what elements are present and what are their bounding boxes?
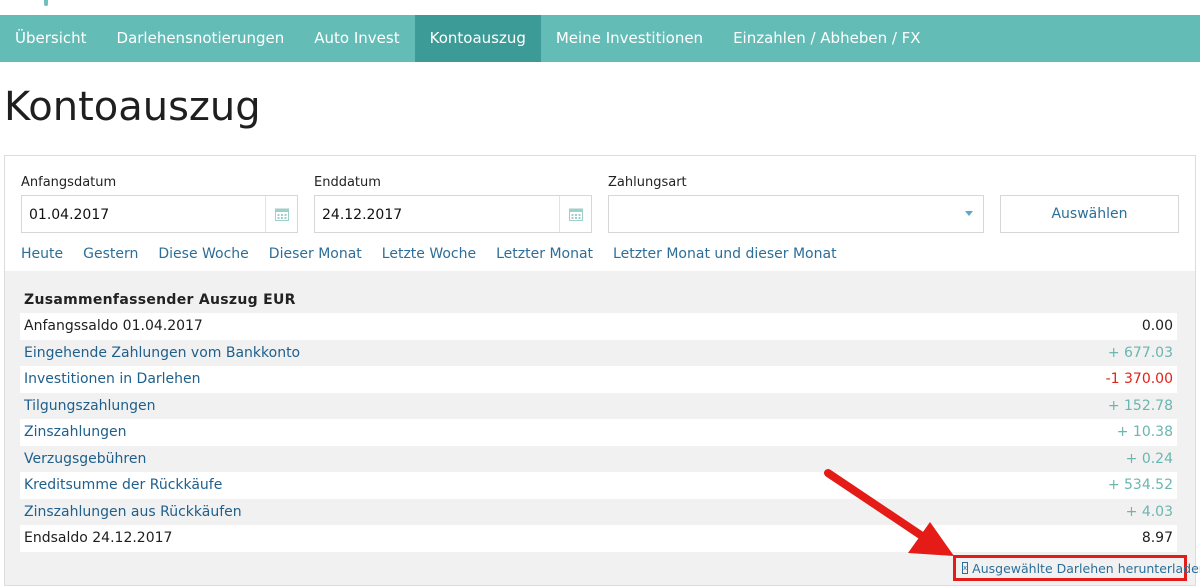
row-amount: + 534.52 [1107, 477, 1173, 494]
nav-item-darlehensnotierungen[interactable]: Darlehensnotierungen [102, 15, 300, 62]
table-row: Verzugsgebühren + 0.24 [20, 445, 1177, 472]
nav-item-auto-invest[interactable]: Auto Invest [299, 15, 414, 62]
row-amount: + 677.03 [1107, 344, 1173, 361]
nav-item-meine-investitionen[interactable]: Meine Investitionen [541, 15, 718, 62]
quick-link-last-week[interactable]: Letzte Woche [382, 246, 476, 262]
chevron-down-icon [965, 211, 973, 216]
download-label: Ausgewählte Darlehen herunterladen [972, 560, 1200, 576]
table-row: Investitionen in Darlehen -1 370.00 [20, 366, 1177, 393]
quick-link-yesterday[interactable]: Gestern [83, 246, 138, 262]
row-label[interactable]: Investitionen in Darlehen [24, 371, 201, 387]
table-row: Tilgungszahlungen + 152.78 [20, 392, 1177, 419]
row-label: Endsaldo 24.12.2017 [24, 530, 173, 547]
quick-link-this-month[interactable]: Dieser Monat [269, 246, 362, 262]
row-amount: -1 370.00 [1105, 371, 1173, 388]
quick-link-today[interactable]: Heute [21, 246, 63, 262]
payment-type-select[interactable] [608, 195, 984, 233]
row-label: Anfangssaldo 01.04.2017 [24, 318, 203, 335]
row-label[interactable]: Tilgungszahlungen [24, 398, 156, 414]
row-amount: 0.00 [1141, 318, 1173, 335]
summary-section: Zusammenfassender Auszug EUR Anfangssald… [5, 271, 1195, 585]
row-label[interactable]: Verzugsgebühren [24, 451, 146, 467]
end-date-field[interactable]: 24.12.2017 [314, 195, 592, 233]
table-row: Kreditsumme der Rückkäufe + 534.52 [20, 472, 1177, 499]
quick-link-last-and-this-month[interactable]: Letzter Monat und dieser Monat [613, 246, 837, 262]
select-button[interactable]: Auswählen [1000, 195, 1179, 233]
summary-table: Anfangssaldo 01.04.2017 0.00 Eingehende … [20, 313, 1177, 552]
excel-file-icon: x [962, 562, 969, 574]
top-strip [0, 0, 1200, 15]
nav-item-uebersicht[interactable]: Übersicht [0, 15, 102, 62]
quick-date-links: Heute Gestern Diese Woche Dieser Monat L… [21, 246, 857, 262]
end-date-value: 24.12.2017 [322, 207, 403, 223]
calendar-icon[interactable] [559, 196, 591, 232]
row-amount: + 152.78 [1107, 397, 1173, 414]
filter-bar: Anfangsdatum 01.04.2017 Enddatum 24.12.2… [5, 156, 1195, 271]
summary-title: Zusammenfassender Auszug EUR [24, 292, 296, 308]
table-row: Zinszahlungen aus Rückkäufen + 4.03 [20, 498, 1177, 525]
row-amount: + 4.03 [1125, 503, 1173, 520]
row-label[interactable]: Eingehende Zahlungen vom Bankkonto [24, 345, 300, 361]
start-date-value: 01.04.2017 [29, 207, 110, 223]
nav-item-kontoauszug[interactable]: Kontoauszug [414, 15, 541, 62]
table-row: Eingehende Zahlungen vom Bankkonto + 677… [20, 339, 1177, 366]
calendar-icon[interactable] [265, 196, 297, 232]
quick-link-last-month[interactable]: Letzter Monat [496, 246, 593, 262]
nav-item-einzahlen-abheben-fx[interactable]: Einzahlen / Abheben / FX [718, 15, 936, 62]
row-amount: + 10.38 [1116, 424, 1173, 441]
start-date-label: Anfangsdatum [21, 175, 117, 190]
row-amount: 8.97 [1141, 530, 1173, 547]
payment-type-label: Zahlungsart [608, 175, 687, 190]
main-nav: Übersicht Darlehensnotierungen Auto Inve… [0, 15, 1200, 62]
table-row: Anfangssaldo 01.04.2017 0.00 [20, 313, 1177, 340]
download-selected-loans-link[interactable]: x Ausgewählte Darlehen herunterladen [953, 555, 1200, 581]
page-title: Kontoauszug [4, 84, 261, 130]
end-date-label: Enddatum [314, 175, 381, 190]
statement-panel: Anfangsdatum 01.04.2017 Enddatum 24.12.2… [4, 155, 1196, 586]
row-label[interactable]: Zinszahlungen [24, 424, 126, 440]
row-amount: + 0.24 [1125, 450, 1173, 467]
logo-fragment [44, 0, 48, 6]
table-row: Endsaldo 24.12.2017 8.97 [20, 525, 1177, 552]
row-label[interactable]: Kreditsumme der Rückkäufe [24, 477, 222, 493]
row-label[interactable]: Zinszahlungen aus Rückkäufen [24, 504, 242, 520]
quick-link-this-week[interactable]: Diese Woche [158, 246, 248, 262]
start-date-field[interactable]: 01.04.2017 [21, 195, 298, 233]
table-row: Zinszahlungen + 10.38 [20, 419, 1177, 446]
